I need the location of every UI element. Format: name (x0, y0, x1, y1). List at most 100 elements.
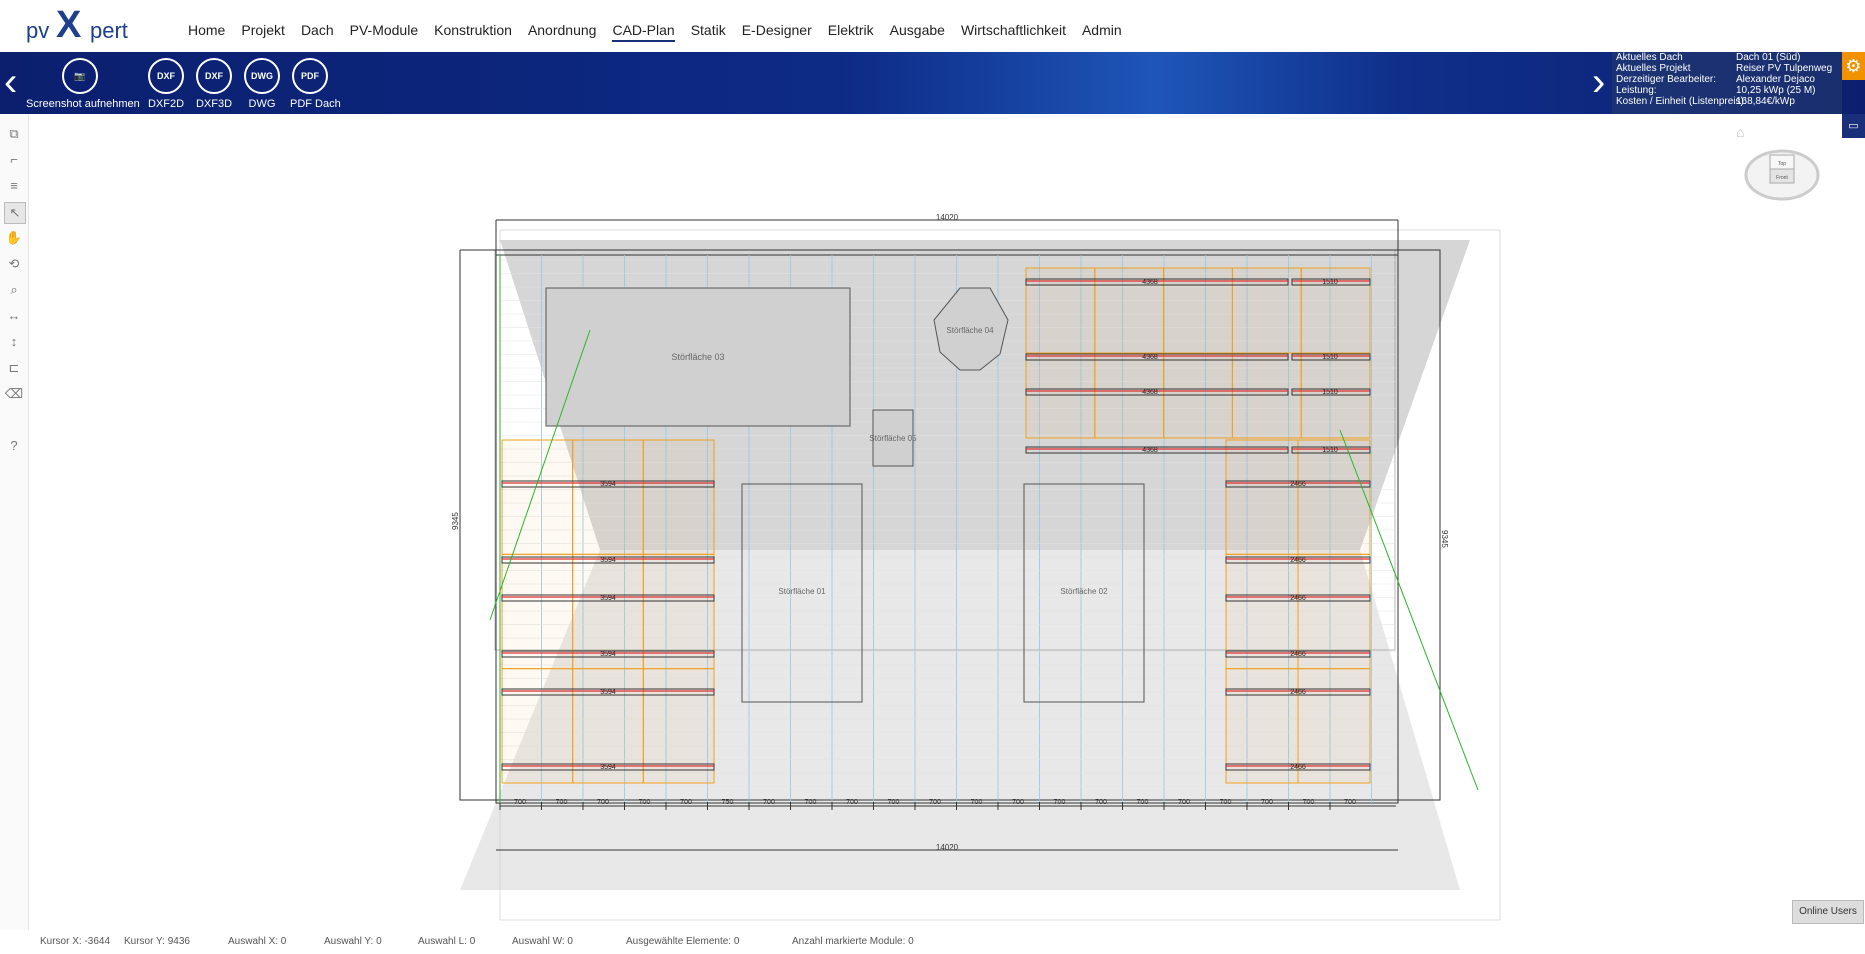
corner-tool-icon[interactable]: ⌐ (4, 150, 24, 170)
status-bar: Kursor X: -3644 Kursor Y: 9436 Auswahl X… (0, 930, 1865, 954)
status-auswahl-l: Auswahl L: 0 (418, 936, 476, 947)
pv-module[interactable] (1297, 553, 1371, 670)
dxf3d-file-button[interactable]: DXF DXF3D (194, 58, 234, 110)
obstacle-02-label: Störfläche 02 (1060, 587, 1108, 596)
logo-pv: pv (26, 18, 50, 43)
dim-left-label: 9345 (451, 512, 460, 530)
dxf2d-file-button[interactable]: DXF DXF2D (146, 58, 186, 110)
menu-item-anordnung[interactable]: Anordnung (528, 22, 597, 42)
dwg-file-icon: DWG (244, 58, 280, 94)
spacing-label: 700 (846, 799, 858, 806)
pdf-file-icon: PDF (292, 58, 328, 94)
zoom-icon[interactable]: ⌕ (4, 280, 24, 300)
home-view-icon[interactable]: ⌂ (1736, 124, 1744, 140)
spacing-label: 700 (1054, 799, 1066, 806)
menu-item-home[interactable]: Home (188, 22, 225, 42)
pv-module[interactable] (642, 553, 715, 670)
rail-length-label: 3594 (600, 764, 616, 771)
status-auswahl-y: Auswahl Y: 0 (324, 936, 382, 947)
svg-text:Front: Front (1776, 175, 1788, 181)
ribbon-button-label: Screenshot aufnehmen (26, 98, 140, 110)
dim-bottom-label: 14020 (936, 843, 959, 852)
menu-item-projekt[interactable]: Projekt (241, 22, 285, 42)
menu-item-wirtschaftlichkeit[interactable]: Wirtschaftlichkeit (961, 22, 1066, 42)
pv-module[interactable] (501, 553, 574, 670)
spacing-label: 700 (1012, 799, 1024, 806)
pv-module[interactable] (501, 439, 574, 555)
move-vertical-icon[interactable]: ↕ (4, 332, 24, 352)
help-icon[interactable]: ? (4, 436, 24, 456)
rail-length-label: 3594 (600, 557, 616, 564)
eraser-icon[interactable]: ⌫ (4, 384, 24, 404)
menu-item-statik[interactable]: Statik (691, 22, 726, 42)
side-panel-toggle-icon[interactable]: ▭ (1842, 114, 1865, 138)
rail-length-label: 2466 (1290, 481, 1306, 488)
main-menu: Home Projekt Dach PV-Module Konstruktion Anor… (188, 22, 1138, 42)
info-label-bearbeiter: Derzeitiger Bearbeiter: (1616, 74, 1717, 85)
dwg-file-button[interactable]: DWG DWG (242, 58, 282, 110)
rotate-view-icon[interactable]: ⟲ (4, 254, 24, 274)
menu-item-konstruktion[interactable]: Konstruktion (434, 22, 512, 42)
svg-text:Top: Top (1778, 161, 1786, 167)
ruler-icon[interactable]: ⊏ (4, 358, 24, 378)
pv-module[interactable] (642, 439, 715, 555)
info-value-kosten: 168,84€/kWp (1736, 96, 1795, 107)
online-users-button[interactable]: Online Users (1792, 900, 1864, 924)
pv-module[interactable] (1297, 439, 1371, 555)
rail-length-label: 2466 (1290, 557, 1306, 564)
ribbon-button-label: DXF3D (195, 98, 233, 110)
obstacle-03-label: Störfläche 03 (671, 352, 724, 362)
pan-hand-icon[interactable]: ✋ (4, 228, 24, 248)
logo-x: X (56, 4, 82, 46)
menu-item-pv-module[interactable]: PV-Module (350, 22, 418, 42)
pdf-file-button[interactable]: PDF PDF Dach (290, 58, 341, 110)
pv-module[interactable] (572, 439, 644, 555)
rail-length-label: 2466 (1290, 764, 1306, 771)
project-info-panel: Aktuelles Dach Aktuelles Projekt Derzeit… (1612, 52, 1842, 114)
rail-length-label: 2466 (1290, 651, 1306, 658)
menu-item-e-designer[interactable]: E-Designer (742, 22, 812, 42)
obstacle-01-label: Störfläche 01 (778, 587, 826, 596)
info-label-projekt: Aktuelles Projekt (1616, 63, 1691, 74)
dxf2d-file-icon: DXF (148, 58, 184, 94)
menu-item-admin[interactable]: Admin (1082, 22, 1122, 42)
menu-item-elektrik[interactable]: Elektrik (828, 22, 874, 42)
menu-item-ausgabe[interactable]: Ausgabe (890, 22, 945, 42)
layers-icon[interactable]: ≡ (4, 176, 24, 196)
rail-length-label: 1510 (1322, 279, 1338, 286)
cad-canvas[interactable]: 14020 14020 9345 9345 700 700 700 700 700 750… (30, 120, 1830, 930)
view-navigation-cube[interactable]: Top Front (1742, 145, 1822, 205)
info-label-kosten: Kosten / Einheit (Listenpreis): (1616, 96, 1747, 107)
ribbon-left-arrow-icon[interactable]: ‹ (4, 62, 17, 102)
pointer-select-icon[interactable]: ↖ (4, 202, 26, 224)
rail-length-label: 1510 (1322, 354, 1338, 361)
pv-module[interactable] (1225, 439, 1299, 555)
menu-item-cad-plan[interactable]: CAD-Plan (612, 22, 675, 42)
settings-gear-icon[interactable]: ⚙ (1842, 52, 1865, 80)
status-markierte-module: Anzahl markierte Module: 0 (792, 936, 914, 947)
spacing-label: 700 (1220, 799, 1232, 806)
pv-module[interactable] (1225, 553, 1299, 670)
info-label-dach: Aktuelles Dach (1616, 52, 1683, 63)
camera-icon: 📷 (62, 58, 98, 94)
rail-length-label: 4368 (1142, 279, 1158, 286)
status-auswahl-x: Auswahl X: 0 (228, 936, 287, 947)
top-navigation: pv X pert Home Projekt Dach PV-Module Konstr… (0, 0, 1865, 52)
rail-length-label: 3594 (600, 689, 616, 696)
status-ausgewaehlte-elemente: Ausgewählte Elemente: 0 (626, 936, 740, 947)
info-label-leistung: Leistung: (1616, 85, 1657, 96)
pvxpert-logo[interactable]: pv X pert (22, 4, 142, 46)
camera-button[interactable]: 📷 Screenshot aufnehmen (26, 58, 140, 110)
ribbon-toolbar: ‹ 📷 Screenshot aufnehmen DXF DXF2D DXF DXF3D D… (0, 52, 1865, 114)
spacing-label: 700 (805, 799, 817, 806)
dim-right-label: 9345 (1440, 530, 1449, 548)
info-value-dach: Dach 01 (Süd) (1736, 52, 1801, 63)
move-horizontal-icon[interactable]: ↔ (4, 306, 24, 326)
spacing-label: 700 (639, 799, 651, 806)
status-auswahl-w: Auswahl W: 0 (512, 936, 573, 947)
menu-item-dach[interactable]: Dach (301, 22, 334, 42)
select-window-icon[interactable]: ⧉ (4, 124, 24, 144)
ribbon-right-arrow-icon[interactable]: › (1592, 62, 1605, 102)
spacing-label: 700 (597, 799, 609, 806)
ribbon-button-label: PDF Dach (290, 98, 341, 110)
